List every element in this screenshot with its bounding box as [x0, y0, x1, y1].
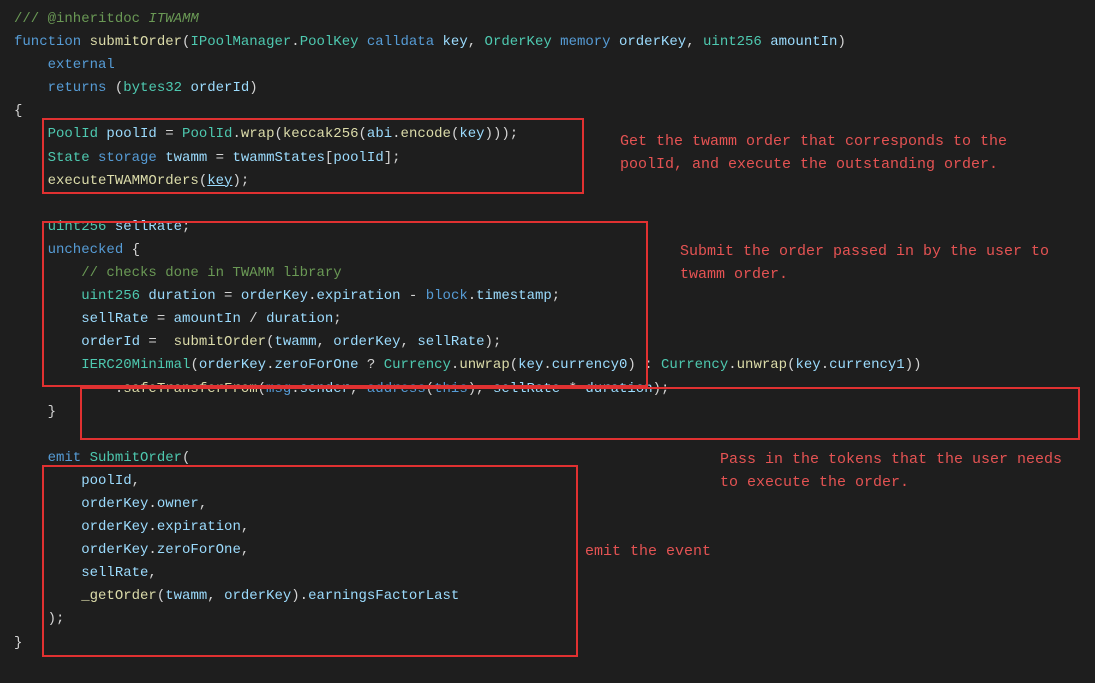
code-line: orderId = submitOrder(twamm, orderKey, s… — [14, 331, 1081, 354]
code-line: _getOrder(twamm, orderKey).earningsFacto… — [14, 585, 1081, 608]
code-line: returns (bytes32 orderId) — [14, 77, 1081, 100]
annotation-1: Get the twamm order that corresponds to … — [620, 130, 1007, 177]
code-line: { — [14, 100, 1081, 123]
code-line: /// @inheritdoc ITWAMM — [14, 8, 1081, 31]
code-line: ); — [14, 608, 1081, 631]
code-line: uint256 duration = orderKey.expiration -… — [14, 285, 1081, 308]
code-line — [14, 193, 1081, 216]
code-line: .safeTransferFrom(msg.sender, address(th… — [14, 378, 1081, 401]
code-line: uint256 sellRate; — [14, 216, 1081, 239]
code-line: function submitOrder(IPoolManager.PoolKe… — [14, 31, 1081, 54]
code-line: } — [14, 632, 1081, 655]
code-line — [14, 424, 1081, 447]
doc-comment: /// @inheritdoc ITWAMM — [14, 11, 199, 27]
code-line: } — [14, 401, 1081, 424]
annotation-3: Pass in the tokens that the user needs t… — [720, 448, 1062, 495]
annotation-2: Submit the order passed in by the user t… — [680, 240, 1049, 287]
code-line: sellRate = amountIn / duration; — [14, 308, 1081, 331]
annotation-4: emit the event — [585, 540, 711, 563]
code-line: orderKey.expiration, — [14, 516, 1081, 539]
code-line: external — [14, 54, 1081, 77]
code-line: orderKey.owner, — [14, 493, 1081, 516]
code-line: sellRate, — [14, 562, 1081, 585]
code-line: IERC20Minimal(orderKey.zeroForOne ? Curr… — [14, 354, 1081, 377]
code-line: orderKey.zeroForOne, — [14, 539, 1081, 562]
